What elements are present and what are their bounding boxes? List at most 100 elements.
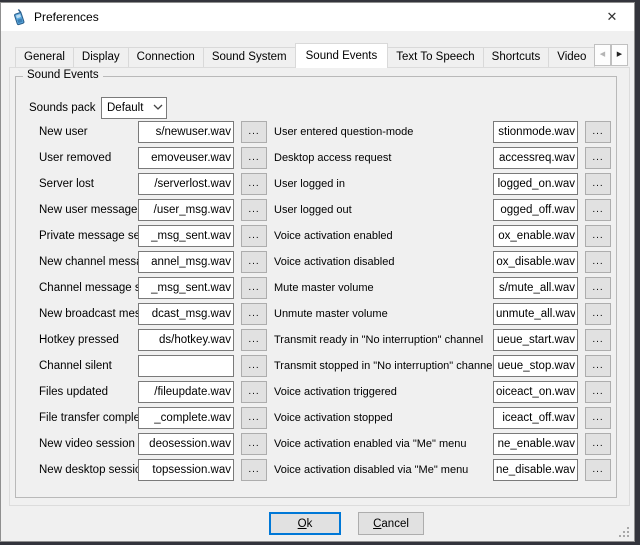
browse-button[interactable]: ... — [585, 173, 611, 195]
browse-button[interactable]: ... — [241, 173, 267, 195]
browse-button[interactable]: ... — [585, 303, 611, 325]
tab-scroll-left-button[interactable]: ◀ — [594, 44, 611, 66]
sound-event-row: Voice activation disabled via "Me" menu.… — [274, 459, 614, 481]
sound-file-input[interactable] — [138, 303, 234, 325]
browse-button[interactable]: ... — [241, 303, 267, 325]
sounds-pack-value: Default — [107, 98, 143, 118]
sound-file-input[interactable] — [493, 199, 578, 221]
sound-event-label: New user — [39, 121, 88, 143]
close-button[interactable]: ✕ — [592, 3, 632, 31]
browse-button[interactable]: ... — [585, 355, 611, 377]
browse-button[interactable]: ... — [241, 407, 267, 429]
sound-file-input[interactable] — [493, 173, 578, 195]
sound-event-label: Unmute master volume — [274, 303, 388, 325]
cancel-button[interactable]: Cancel — [358, 512, 424, 535]
sound-event-label: Private message sent — [39, 225, 150, 247]
sound-file-input[interactable] — [138, 329, 234, 351]
sound-file-input[interactable] — [493, 277, 578, 299]
sound-event-row: Channel message sent... — [39, 277, 269, 299]
sound-event-row: Unmute master volume... — [274, 303, 614, 325]
sound-event-label: User logged in — [274, 173, 345, 195]
sound-event-label: Transmit ready in "No interruption" chan… — [274, 329, 483, 351]
browse-button[interactable]: ... — [241, 225, 267, 247]
tab-general[interactable]: General — [15, 47, 74, 68]
sound-file-input[interactable] — [138, 355, 234, 377]
tab-display[interactable]: Display — [73, 47, 129, 68]
tab-sound-events[interactable]: Sound Events — [295, 43, 389, 68]
tab-connection[interactable]: Connection — [128, 47, 204, 68]
sound-file-input[interactable] — [493, 121, 578, 143]
sound-file-input[interactable] — [138, 199, 234, 221]
sound-file-input[interactable] — [493, 459, 578, 481]
tab-sound-system[interactable]: Sound System — [203, 47, 296, 68]
sound-file-input[interactable] — [493, 251, 578, 273]
tab-scroll-right-button[interactable]: ▶ — [611, 44, 628, 66]
browse-button[interactable]: ... — [241, 251, 267, 273]
sound-event-row: New user message... — [39, 199, 269, 221]
sound-file-input[interactable] — [138, 459, 234, 481]
browse-button[interactable]: ... — [585, 121, 611, 143]
sound-event-row: New channel message... — [39, 251, 269, 273]
sound-file-input[interactable] — [138, 381, 234, 403]
sound-events-column-left: New user...User removed...Server lost...… — [39, 121, 269, 485]
ok-button[interactable]: Ok — [269, 512, 341, 535]
browse-button[interactable]: ... — [241, 459, 267, 481]
sound-event-row: Mute master volume... — [274, 277, 614, 299]
browse-button[interactable]: ... — [585, 433, 611, 455]
browse-button[interactable]: ... — [585, 199, 611, 221]
browse-button[interactable]: ... — [585, 251, 611, 273]
group-label: Sound Events — [23, 69, 103, 81]
title-bar[interactable]: Preferences ✕ — [1, 3, 634, 31]
sounds-pack-label: Sounds pack — [29, 97, 96, 119]
browse-button[interactable]: ... — [585, 381, 611, 403]
sound-event-row: Transmit stopped in "No interruption" ch… — [274, 355, 614, 377]
sound-file-input[interactable] — [493, 433, 578, 455]
browse-button[interactable]: ... — [241, 329, 267, 351]
sound-file-input[interactable] — [138, 433, 234, 455]
sound-file-input[interactable] — [138, 173, 234, 195]
tab-text-to-speech[interactable]: Text To Speech — [387, 47, 483, 68]
window-title: Preferences — [34, 3, 99, 31]
tab-video[interactable]: Video — [548, 47, 595, 68]
sound-event-row: Channel silent... — [39, 355, 269, 377]
sound-file-input[interactable] — [138, 225, 234, 247]
browse-button[interactable]: ... — [241, 381, 267, 403]
sound-event-row: File transfer complete... — [39, 407, 269, 429]
sound-file-input[interactable] — [138, 147, 234, 169]
sound-event-label: User removed — [39, 147, 111, 169]
sound-file-input[interactable] — [493, 407, 578, 429]
sound-file-input[interactable] — [138, 407, 234, 429]
sound-file-input[interactable] — [493, 147, 578, 169]
browse-button[interactable]: ... — [585, 329, 611, 351]
sound-file-input[interactable] — [138, 251, 234, 273]
browse-button[interactable]: ... — [241, 277, 267, 299]
sound-file-input[interactable] — [493, 303, 578, 325]
sounds-pack-select[interactable]: Default — [101, 97, 167, 119]
sound-event-row: New broadcast message... — [39, 303, 269, 325]
browse-button[interactable]: ... — [241, 199, 267, 221]
browse-button[interactable]: ... — [585, 459, 611, 481]
sound-file-input[interactable] — [493, 355, 578, 377]
tab-shortcuts[interactable]: Shortcuts — [483, 47, 550, 68]
browse-button[interactable]: ... — [241, 433, 267, 455]
sound-file-input[interactable] — [493, 329, 578, 351]
scroll-right-icon: ▶ — [617, 51, 622, 58]
sound-file-input[interactable] — [138, 121, 234, 143]
sound-event-row: Server lost... — [39, 173, 269, 195]
browse-button[interactable]: ... — [585, 225, 611, 247]
sound-event-label: Voice activation enabled via "Me" menu — [274, 433, 466, 455]
sound-file-input[interactable] — [493, 381, 578, 403]
browse-button[interactable]: ... — [585, 407, 611, 429]
sound-file-input[interactable] — [138, 277, 234, 299]
sound-event-row: Transmit ready in "No interruption" chan… — [274, 329, 614, 351]
browse-button[interactable]: ... — [241, 121, 267, 143]
sound-file-input[interactable] — [493, 225, 578, 247]
browse-button[interactable]: ... — [241, 355, 267, 377]
sound-event-row: New desktop session... — [39, 459, 269, 481]
browse-button[interactable]: ... — [585, 147, 611, 169]
browse-button[interactable]: ... — [585, 277, 611, 299]
resize-grip[interactable] — [618, 526, 630, 538]
browse-button[interactable]: ... — [241, 147, 267, 169]
tab-bar: GeneralDisplayConnectionSound SystemSoun… — [15, 42, 629, 68]
sound-event-row: Voice activation stopped... — [274, 407, 614, 429]
